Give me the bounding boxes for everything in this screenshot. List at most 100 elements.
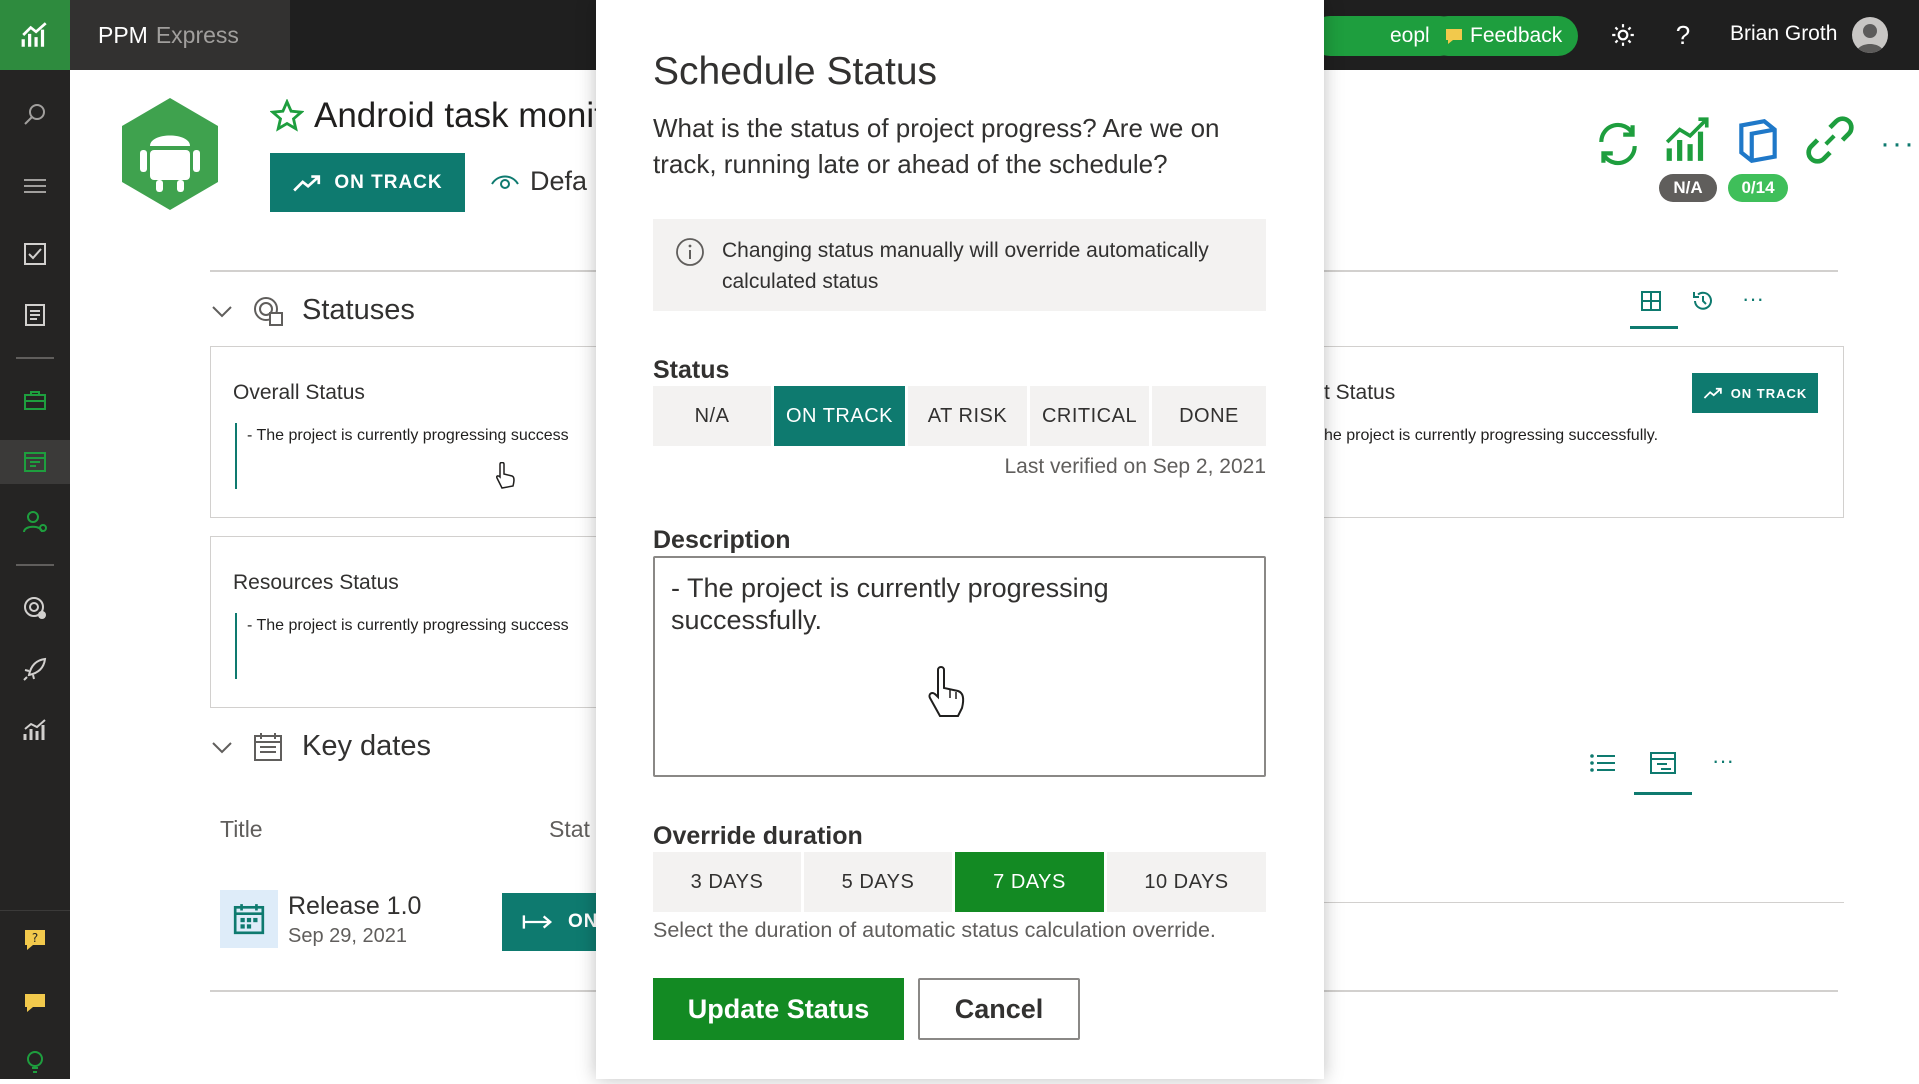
project-status-button[interactable]: ON TRACK [270,153,465,212]
timeline-view-icon[interactable] [1646,746,1680,780]
milestone-status-label: ON [568,911,599,932]
feedback-button[interactable]: Feedback [1428,16,1579,56]
radar-icon[interactable] [0,586,70,630]
insights-badge: N/A [1659,174,1717,202]
list-view-icon[interactable] [1586,746,1620,780]
tab-underline [1634,792,1692,795]
trend-up-icon [293,174,321,191]
resources-status-text: - The project is currently progressing s… [247,617,569,634]
duration-option-10-days[interactable]: 10 DAYS [1107,852,1266,912]
hand-pointer-cursor-icon [928,666,965,717]
info-text: Changing status manually will override a… [722,239,1209,293]
feedback-label: Feedback [1470,24,1563,47]
rail-divider [16,357,54,359]
brand[interactable]: PPM Express [70,0,290,70]
column-header-title[interactable]: Title [220,816,263,843]
status-option-done[interactable]: DONE [1152,386,1266,446]
status-bar [235,613,237,679]
statuses-section-header[interactable]: Statuses [210,294,415,327]
default-view-selector[interactable]: Defa [490,166,587,197]
status-option-on-track[interactable]: ON TRACK [774,386,905,446]
feedback-icon [1446,29,1462,44]
description-label: Description [653,526,791,554]
app-logo-icon[interactable] [0,0,70,70]
rocket-icon[interactable] [0,647,70,691]
cost-status-card[interactable]: t Status he project is currently progres… [1324,346,1844,518]
divider [1324,902,1844,903]
milestone-date: Sep 29, 2021 [288,925,407,947]
settings-gear-icon[interactable] [1606,18,1640,52]
search-icon[interactable] [0,93,70,137]
cost-status-text: he project is currently progressing succ… [1324,427,1659,444]
tasks-board-icon[interactable] [1730,112,1786,168]
link-icon[interactable] [1802,112,1858,168]
status-label: Status [653,356,730,384]
milestone-title[interactable]: Release 1.0 [288,892,421,921]
feedback-chat-icon[interactable] [0,980,70,1024]
refresh-icon[interactable] [1590,116,1646,172]
eye-icon [491,175,519,189]
last-verified-text: Last verified on Sep 2, 2021 [1004,455,1266,478]
duration-option-7-days[interactable]: 7 DAYS [955,852,1104,912]
override-duration-label: Override duration [653,822,863,850]
hand-pointer-cursor-icon [496,462,515,489]
help-chat-icon[interactable]: ? [0,918,70,962]
resources-icon[interactable] [0,500,70,544]
menu-icon[interactable] [0,164,70,208]
avatar[interactable] [1852,17,1888,53]
help-icon[interactable]: ? [1666,18,1700,52]
portfolio-icon[interactable] [0,378,70,422]
rail-divider [0,910,70,911]
tab-underline [1630,326,1678,329]
more-options-icon[interactable]: ··· [1736,282,1770,316]
column-header-status[interactable]: Stat [549,816,590,843]
tasks-badge: 0/14 [1728,174,1788,202]
status-option-at-risk[interactable]: AT RISK [908,386,1027,446]
overall-status-card[interactable]: Overall Status - The project is currentl… [210,346,663,518]
status-option-na[interactable]: N/A [653,386,771,446]
projects-icon[interactable] [0,440,70,484]
dialog-title: Schedule Status [653,50,938,93]
lightbulb-icon[interactable] [0,1040,70,1084]
user-name[interactable]: Brian Groth [1730,22,1837,46]
arrow-right-bar-icon [522,915,553,929]
history-icon[interactable] [1686,284,1720,318]
info-message: Changing status manually will override a… [653,219,1266,311]
statuses-icon [254,296,283,326]
status-option-critical[interactable]: CRITICAL [1030,386,1149,446]
statuses-title: Statuses [302,294,415,326]
project-status-label: ON TRACK [334,171,443,193]
key-dates-title: Key dates [302,730,431,762]
overall-status-text: - The project is currently progressing s… [247,427,569,444]
trend-up-icon [1703,387,1722,399]
brand-primary: PPM [98,21,148,48]
status-bar [235,423,237,489]
tasks-icon[interactable] [0,232,70,276]
more-options-icon[interactable]: ··· [1870,116,1919,172]
insights-chart-icon[interactable] [1660,112,1716,168]
project-title: Android task monit [270,96,604,136]
calendar-icon [254,732,282,761]
cancel-button[interactable]: Cancel [918,978,1080,1040]
key-dates-section-header[interactable]: Key dates [210,730,431,763]
rail-divider [16,564,54,566]
favorite-star-icon[interactable] [270,99,304,133]
brand-secondary: Express [155,21,239,48]
project-title-text: Android task monit [314,96,604,135]
schedule-status-dialog: Schedule Status What is the status of pr… [596,0,1324,1079]
cost-status-badge[interactable]: ON TRACK [1692,373,1818,413]
left-rail: ? [0,0,70,1079]
chevron-down-icon [212,741,232,753]
duration-option-5-days[interactable]: 5 DAYS [804,852,952,912]
overall-status-title: Overall Status [233,381,365,404]
more-options-icon[interactable]: ··· [1706,744,1740,778]
document-icon[interactable] [0,293,70,337]
resources-status-card[interactable]: Resources Status - The project is curren… [210,536,663,708]
android-project-icon [118,96,222,212]
duration-option-3-days[interactable]: 3 DAYS [653,852,801,912]
grid-view-icon[interactable] [1634,284,1668,318]
cost-status-title: t Status [1324,381,1396,404]
reports-icon[interactable] [0,708,70,752]
duration-hint: Select the duration of automatic status … [653,918,1216,942]
update-status-button[interactable]: Update Status [653,978,904,1040]
